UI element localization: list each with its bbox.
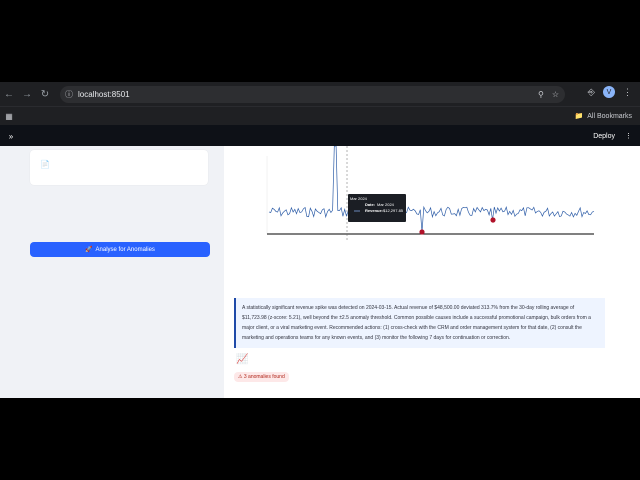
analyze-button-label: Analyse for Anomalies (95, 246, 155, 253)
anomaly-explanation: A statistically significant revenue spik… (234, 298, 605, 348)
site-info-icon[interactable]: ⓘ (60, 89, 78, 100)
folder-icon: 📁 (574, 113, 584, 120)
extensions-icon[interactable]: ⎆ (588, 87, 595, 98)
app-content: 📄 🚀 Analyse for Anomalies Mar 2024 Date:… (0, 145, 640, 398)
all-bookmarks[interactable]: 📁 All Bookmarks (574, 112, 632, 121)
tooltip-header: Mar 2024 (350, 196, 368, 201)
revenue-line[interactable] (268, 145, 595, 233)
forward-icon[interactable]: → (18, 89, 36, 100)
profile-avatar[interactable]: V (603, 86, 615, 98)
tooltip-revenue-value: $12,297.85 (383, 208, 404, 213)
anomaly-count-badge: ⚠ 3 anomalies found (234, 372, 289, 382)
deploy-button[interactable]: Deploy (593, 133, 615, 140)
sidebar: 📄 🚀 Analyse for Anomalies (0, 146, 224, 398)
url-text: localhost:8501 (78, 90, 130, 99)
app-menu-icon[interactable]: ⋮ (625, 132, 632, 140)
file-icon: 📄 (40, 160, 50, 169)
back-icon[interactable]: ← (0, 89, 18, 100)
rocket-icon: 🚀 (85, 247, 93, 253)
analyze-button[interactable]: 🚀 Analyse for Anomalies (30, 242, 210, 257)
tooltip-date-label: Date: (365, 202, 375, 207)
file-uploader-card[interactable]: 📄 (30, 150, 208, 185)
app-header: » Deploy ⋮ (0, 125, 640, 147)
tooltip-revenue-label: Revenue: (365, 208, 383, 213)
zoom-icon[interactable]: ⚲ (538, 90, 544, 99)
browser-toolbar: ← → ↻ ⓘ localhost:8501 ⚲ ☆ ⎆ V ⋮ (0, 82, 640, 106)
anomaly-marker[interactable] (490, 217, 496, 223)
reload-icon[interactable]: ↻ (36, 89, 54, 100)
sidebar-toggle-icon[interactable]: » (0, 132, 22, 141)
browser-menu-icon[interactable]: ⋮ (623, 87, 632, 98)
address-bar[interactable]: ⓘ localhost:8501 ⚲ ☆ (60, 86, 565, 103)
bookmark-star-icon[interactable]: ☆ (552, 90, 559, 99)
browser-window: ← → ↻ ⓘ localhost:8501 ⚲ ☆ ⎆ V ⋮ ▦ 📁 All… (0, 82, 640, 398)
all-bookmarks-label: All Bookmarks (587, 112, 632, 120)
chart-trend-icon: 📈 (236, 354, 249, 365)
anomaly-marker[interactable] (419, 229, 425, 235)
bookmark-bar: ▦ 📁 All Bookmarks (0, 106, 640, 125)
revenue-chart[interactable]: Mar 2024 Date: Mar 2024 Revenue: $12,297… (234, 145, 605, 264)
tooltip-date-value: Mar 2024 (377, 202, 395, 207)
anomaly-count-label: 3 anomalies found (243, 374, 285, 380)
revenue-chart-svg: Mar 2024 Date: Mar 2024 Revenue: $12,297… (266, 145, 595, 241)
apps-grid-icon[interactable]: ▦ (0, 112, 18, 121)
chart-tooltip: Mar 2024 Date: Mar 2024 Revenue: $12,297… (348, 194, 406, 222)
